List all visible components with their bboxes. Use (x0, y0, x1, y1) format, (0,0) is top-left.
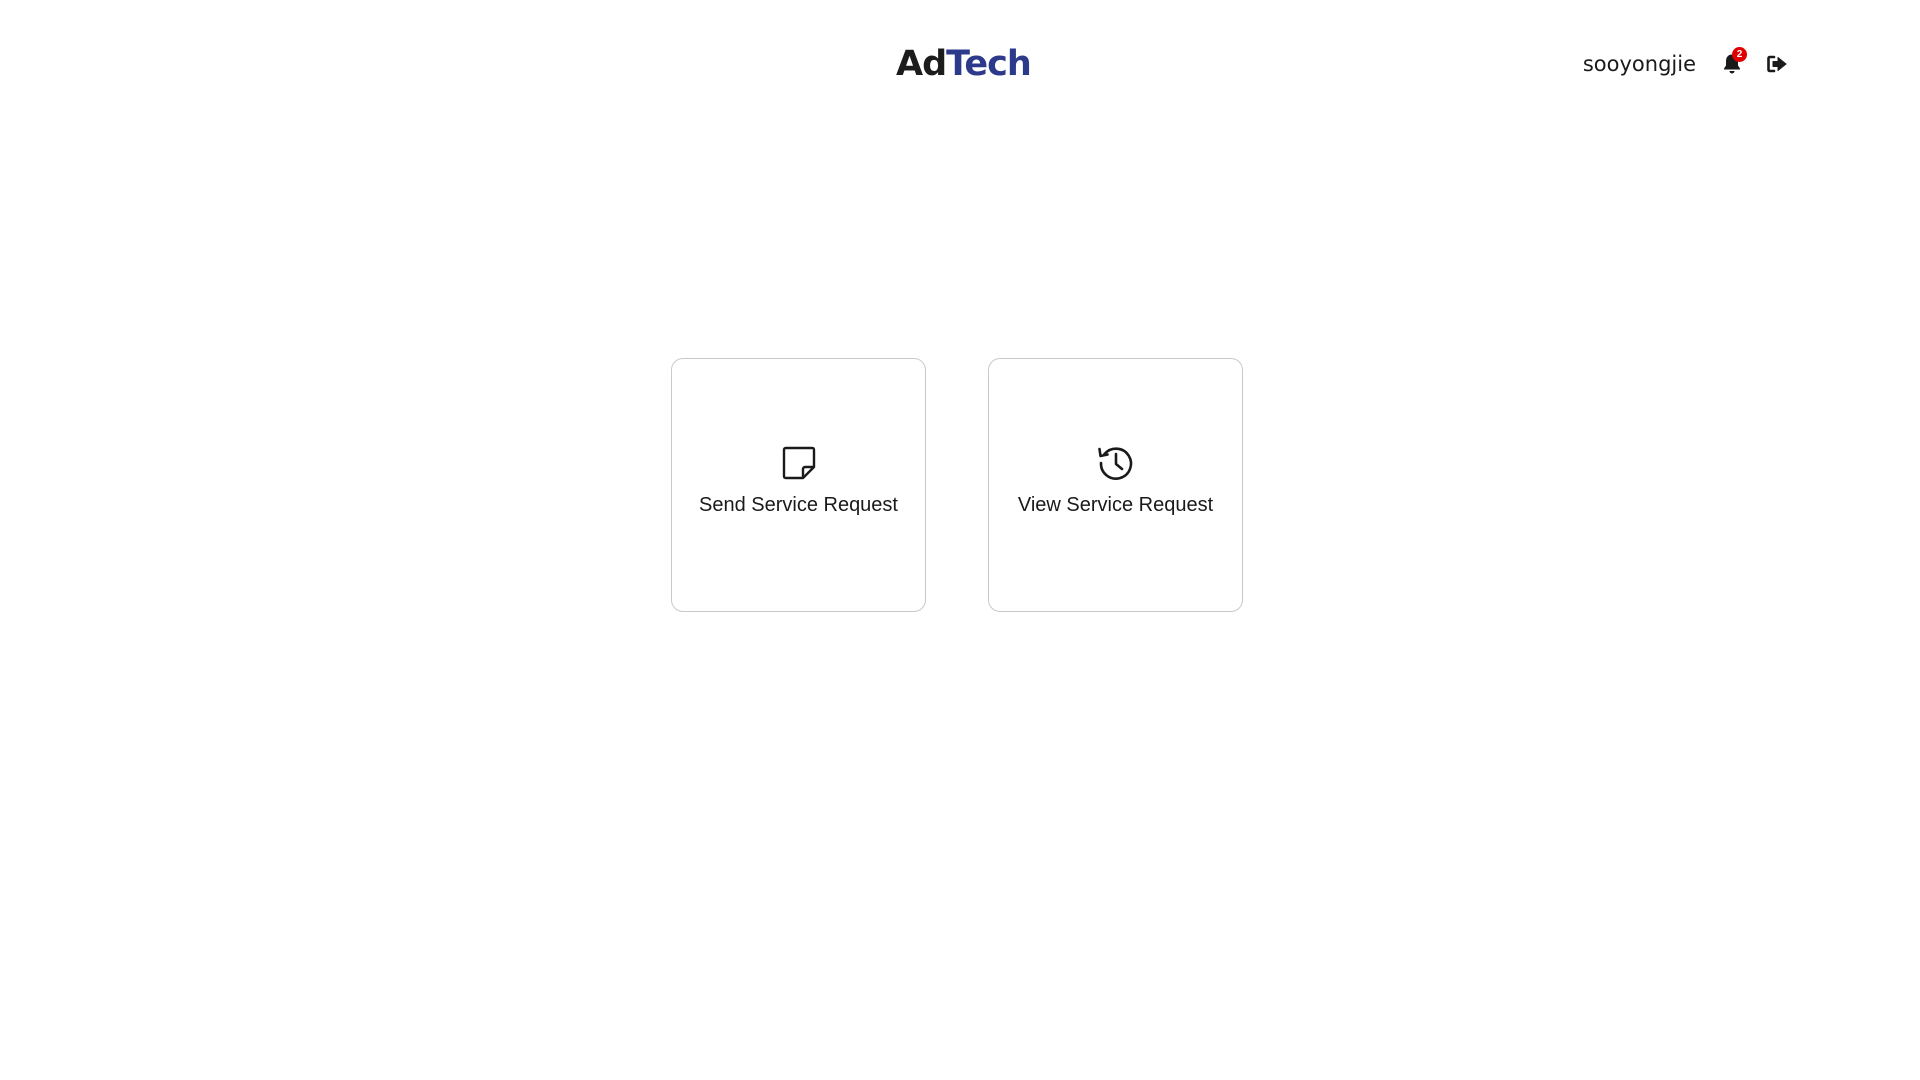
view-service-request-label: View Service Request (1017, 493, 1214, 516)
logo-text-tech: Tech (946, 44, 1032, 84)
user-area: sooyongjie 2 (1583, 46, 1790, 82)
adtech-logo[interactable]: AdTech (896, 42, 1032, 86)
header: AdTech sooyongjie 2 (0, 0, 1920, 130)
logo-text-ad: Ad (896, 44, 947, 84)
logout-button[interactable] (1764, 49, 1790, 79)
send-service-request-card[interactable]: Send Service Request (671, 358, 926, 612)
sign-out-icon (1767, 55, 1787, 73)
view-service-request-card[interactable]: View Service Request (988, 358, 1243, 612)
action-cards: Send Service Request View Service Reques… (671, 358, 1243, 612)
history-icon (1095, 442, 1137, 484)
username: sooyongjie (1582, 52, 1696, 76)
notifications-button[interactable]: 2 (1720, 47, 1747, 79)
sticky-note-icon (778, 442, 820, 484)
notification-badge: 2 (1732, 47, 1747, 62)
send-service-request-label: Send Service Request (698, 493, 898, 516)
